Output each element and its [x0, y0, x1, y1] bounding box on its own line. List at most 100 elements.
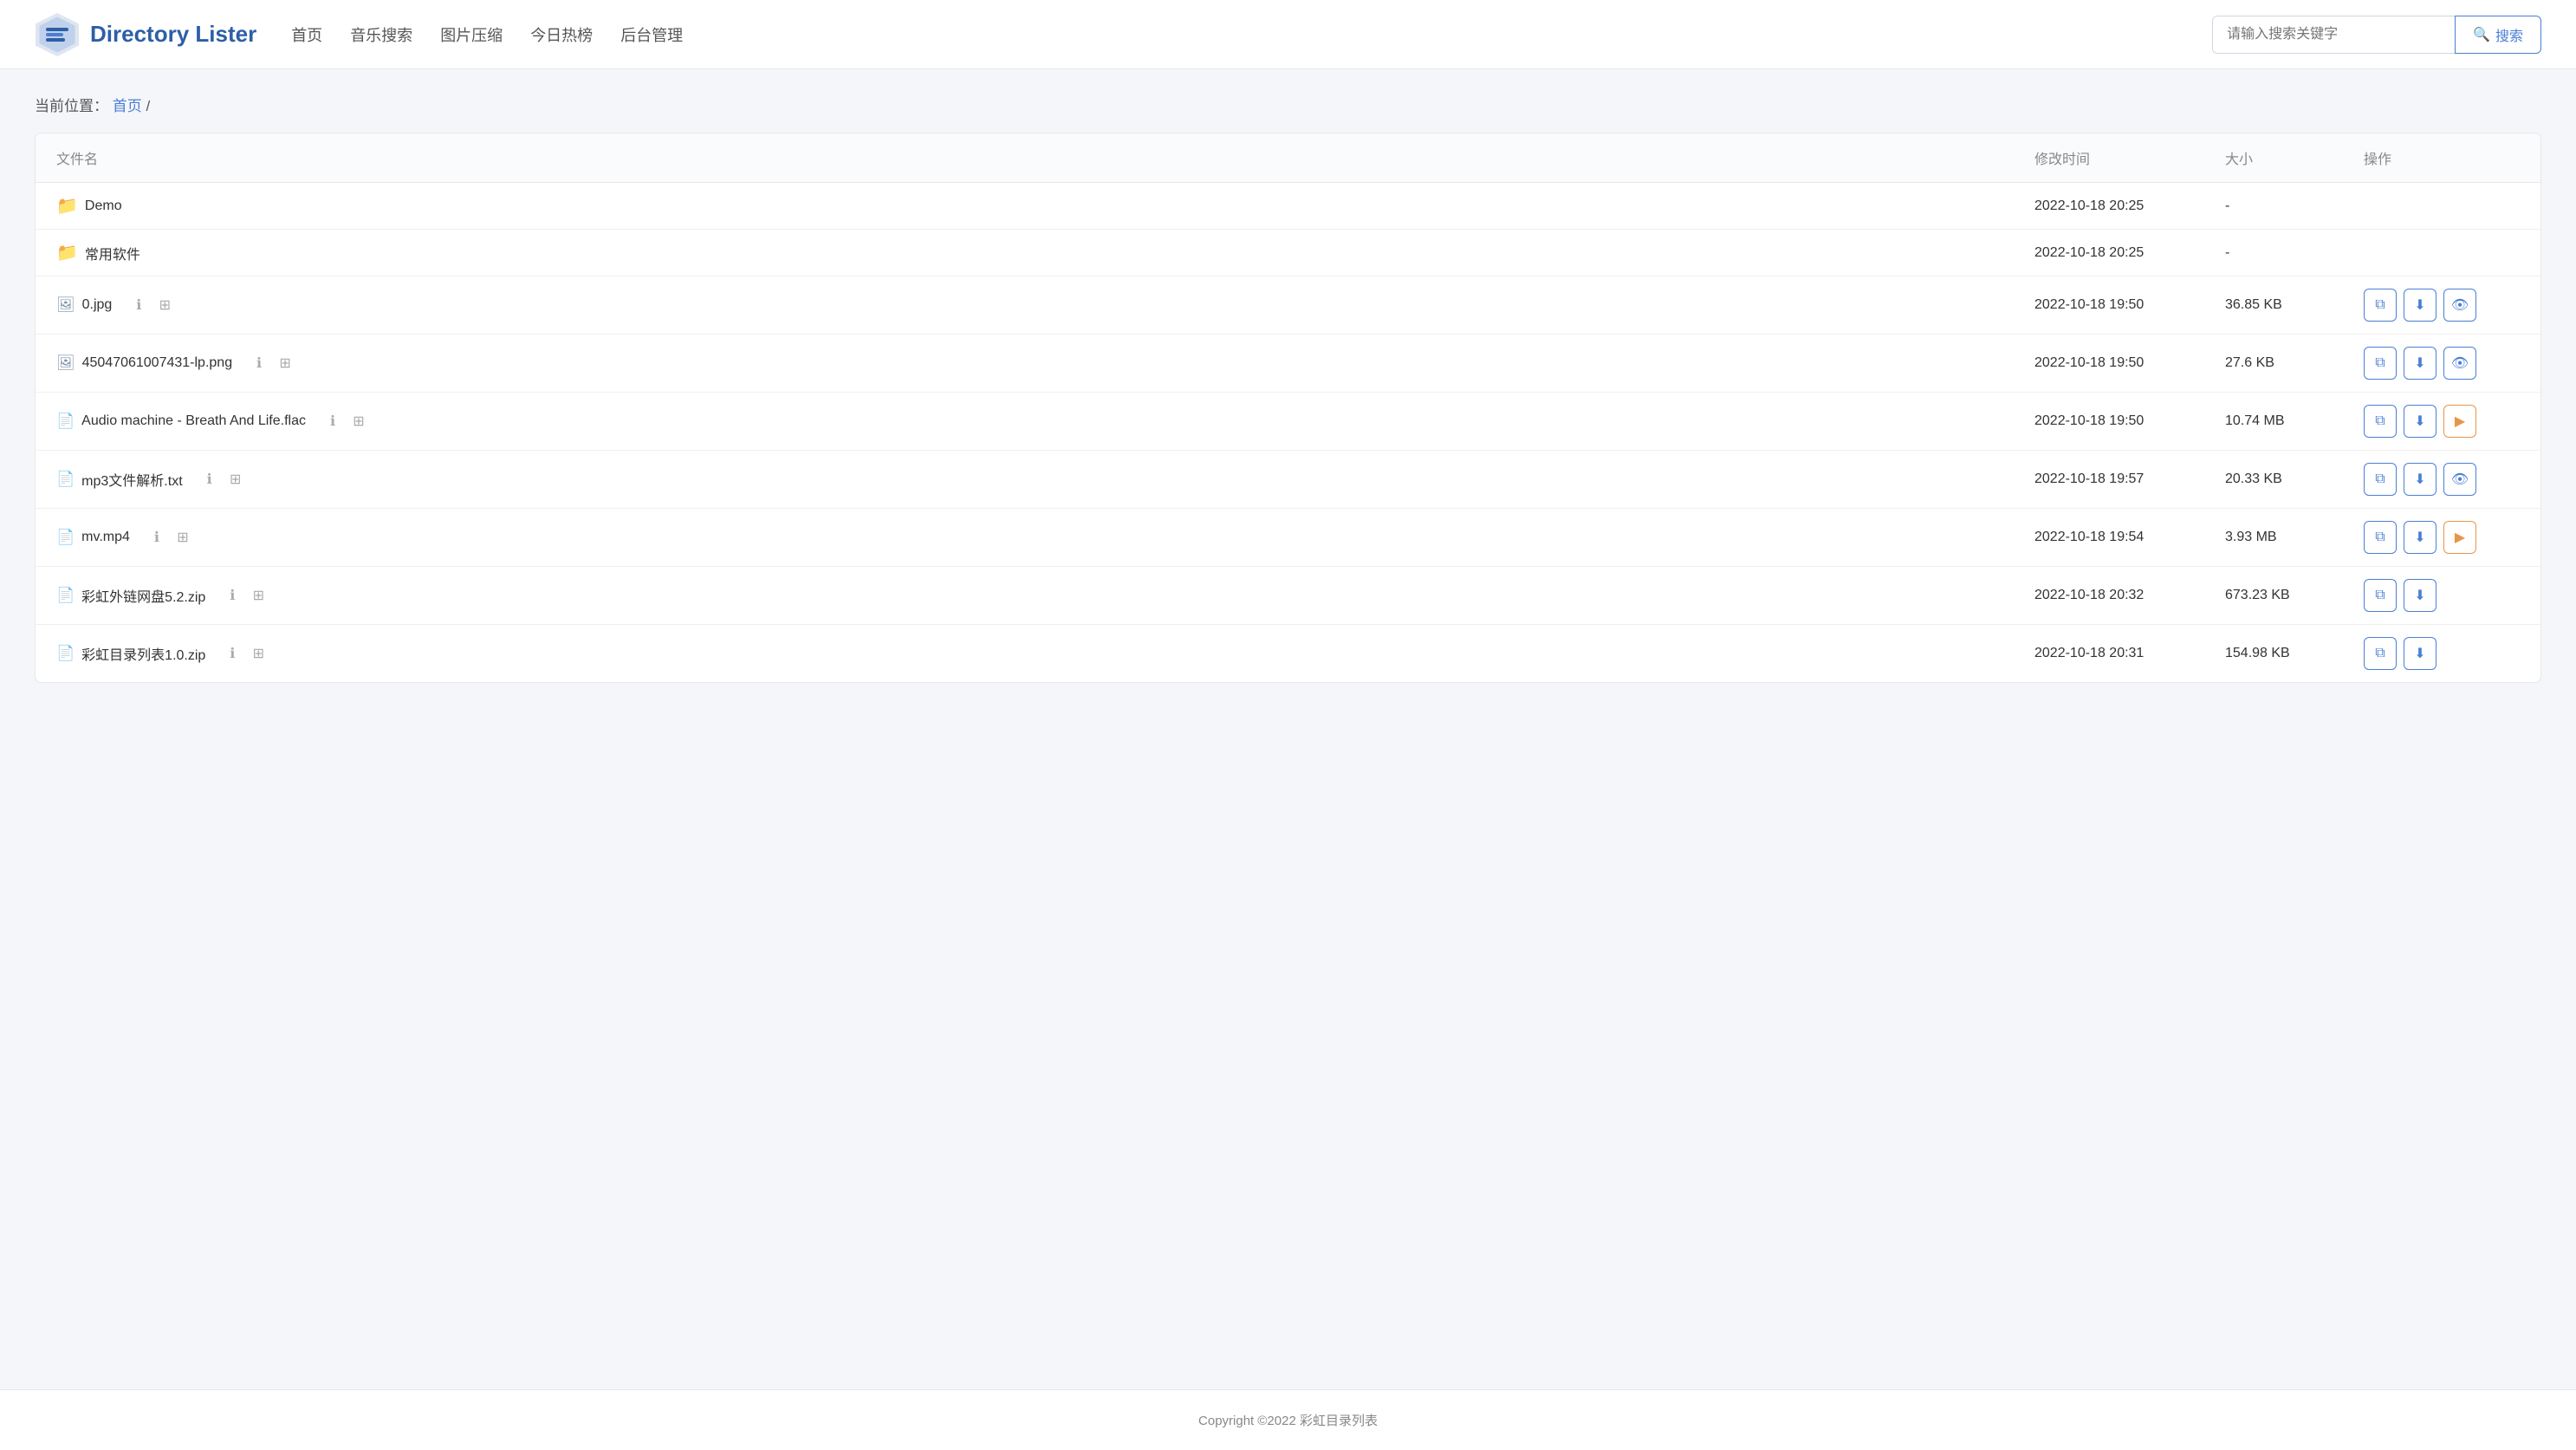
nav-admin[interactable]: 后台管理	[620, 23, 683, 46]
copy-button[interactable]: ⧉	[2364, 405, 2397, 438]
nav-hot[interactable]: 今日热榜	[530, 23, 593, 46]
footer-text: Copyright ©2022 彩虹目录列表	[1198, 1414, 1378, 1428]
copy-button[interactable]: ⧉	[2364, 463, 2397, 496]
file-name[interactable]: 0.jpg	[82, 297, 113, 313]
copy-button[interactable]: ⧉	[2364, 579, 2397, 612]
actions-cell: ⧉ ⬇ 👁	[2364, 347, 2520, 380]
file-icon: 📄	[56, 529, 75, 546]
download-button[interactable]: ⬇	[2404, 521, 2436, 554]
actions-cell: ⧉ ⬇	[2364, 579, 2520, 612]
nav-home[interactable]: 首页	[291, 23, 322, 46]
file-name[interactable]: mp3文件解析.txt	[81, 469, 182, 490]
file-size: 36.85 KB	[2225, 297, 2364, 313]
breadcrumb-home[interactable]: 首页	[113, 98, 142, 114]
download-button[interactable]: ⬇	[2404, 347, 2436, 380]
file-size: 154.98 KB	[2225, 646, 2364, 661]
file-modified: 2022-10-18 19:57	[2034, 471, 2225, 487]
copy-button[interactable]: ⧉	[2364, 637, 2397, 670]
breadcrumb-prefix: 当前位置：	[35, 98, 108, 114]
play-icon: ▶	[2455, 413, 2465, 430]
qr-icon[interactable]: ⊞	[249, 644, 268, 663]
copy-icon: ⧉	[2375, 646, 2385, 661]
qr-icon[interactable]: ⊞	[249, 586, 268, 605]
view-button[interactable]: 👁	[2443, 463, 2476, 496]
file-size: 3.93 MB	[2225, 530, 2364, 545]
search-input[interactable]	[2212, 16, 2455, 54]
nav-imgcompress[interactable]: 图片压缩	[440, 23, 503, 46]
download-button[interactable]: ⬇	[2404, 289, 2436, 322]
file-name-cell: 📄 mv.mp4 ℹ ⊞	[56, 528, 2034, 547]
qr-icon[interactable]: ⊞	[226, 470, 245, 489]
file-name[interactable]: 彩虹目录列表1.0.zip	[81, 643, 205, 664]
copy-button[interactable]: ⧉	[2364, 521, 2397, 554]
file-modified: 2022-10-18 20:31	[2034, 646, 2225, 661]
table-row: 📄 mv.mp4 ℹ ⊞ 2022-10-18 19:54 3.93 MB ⧉ …	[36, 509, 2540, 567]
file-modified: 2022-10-18 19:50	[2034, 355, 2225, 371]
download-button[interactable]: ⬇	[2404, 637, 2436, 670]
download-button[interactable]: ⬇	[2404, 579, 2436, 612]
footer: Copyright ©2022 彩虹目录列表	[0, 1389, 2576, 1450]
search-button[interactable]: 🔍 搜索	[2455, 16, 2541, 54]
qr-icon[interactable]: ⊞	[173, 528, 192, 547]
file-inline-actions: ℹ ⊞	[323, 412, 368, 431]
download-button[interactable]: ⬇	[2404, 463, 2436, 496]
info-icon[interactable]: ℹ	[223, 586, 242, 605]
file-size: -	[2225, 245, 2364, 261]
file-modified: 2022-10-18 19:50	[2034, 413, 2225, 429]
folder-icon: 📁	[56, 195, 78, 217]
col-size: 大小	[2225, 147, 2364, 168]
nav-music[interactable]: 音乐搜索	[350, 23, 412, 46]
file-name[interactable]: 彩虹外链网盘5.2.zip	[81, 585, 205, 606]
table-row: 📄 彩虹外链网盘5.2.zip ℹ ⊞ 2022-10-18 20:32 673…	[36, 567, 2540, 625]
file-icon: 📄	[56, 645, 75, 662]
info-icon[interactable]: ℹ	[323, 412, 342, 431]
logo-text: Directory Lister	[90, 21, 256, 48]
file-name[interactable]: Demo	[85, 198, 122, 214]
qr-icon[interactable]: ⊞	[349, 412, 368, 431]
copy-button[interactable]: ⧉	[2364, 289, 2397, 322]
download-icon: ⬇	[2414, 587, 2425, 604]
file-table: 文件名 修改时间 大小 操作 📁 Demo 2022-10-18 20:25 -…	[35, 133, 2541, 683]
file-name[interactable]: 45047061007431-lp.png	[82, 355, 233, 371]
info-icon[interactable]: ℹ	[250, 354, 269, 373]
file-name[interactable]: 常用软件	[85, 243, 140, 263]
file-icon: 📄	[56, 413, 75, 430]
actions-cell: ⧉ ⬇ ▶	[2364, 521, 2520, 554]
search-btn-label: 搜索	[2495, 24, 2523, 45]
play-button[interactable]: ▶	[2443, 405, 2476, 438]
table-header: 文件名 修改时间 大小 操作	[36, 133, 2540, 183]
file-size: 673.23 KB	[2225, 588, 2364, 603]
file-name[interactable]: mv.mp4	[81, 530, 130, 545]
qr-icon[interactable]: ⊞	[276, 354, 295, 373]
header: Directory Lister 首页 音乐搜索 图片压缩 今日热榜 后台管理 …	[0, 0, 2576, 69]
breadcrumb: 当前位置： 首页 /	[0, 69, 2576, 126]
table-row: 📄 mp3文件解析.txt ℹ ⊞ 2022-10-18 19:57 20.33…	[36, 451, 2540, 509]
logo-link[interactable]: Directory Lister	[35, 12, 256, 57]
info-icon[interactable]: ℹ	[223, 644, 242, 663]
table-row: 📁 常用软件 2022-10-18 20:25 -	[36, 230, 2540, 276]
qr-icon[interactable]: ⊞	[155, 296, 174, 315]
table-row: 📄 Audio machine - Breath And Life.flac ℹ…	[36, 393, 2540, 451]
file-name-cell: 📄 mp3文件解析.txt ℹ ⊞	[56, 469, 2034, 490]
copy-icon: ⧉	[2375, 355, 2385, 371]
file-name[interactable]: Audio machine - Breath And Life.flac	[81, 413, 306, 429]
col-actions: 操作	[2364, 147, 2520, 168]
download-icon: ⬇	[2414, 354, 2425, 372]
copy-icon: ⧉	[2375, 413, 2385, 429]
view-button[interactable]: 👁	[2443, 289, 2476, 322]
file-inline-actions: ℹ ⊞	[223, 586, 268, 605]
info-icon[interactable]: ℹ	[147, 528, 166, 547]
file-icon: 🖼	[56, 354, 75, 372]
copy-button[interactable]: ⧉	[2364, 347, 2397, 380]
download-button[interactable]: ⬇	[2404, 405, 2436, 438]
view-button[interactable]: 👁	[2443, 347, 2476, 380]
copy-icon: ⧉	[2375, 297, 2385, 313]
info-icon[interactable]: ℹ	[129, 296, 148, 315]
play-button[interactable]: ▶	[2443, 521, 2476, 554]
copy-icon: ⧉	[2375, 530, 2385, 545]
file-inline-actions: ℹ ⊞	[129, 296, 174, 315]
download-icon: ⬇	[2414, 471, 2425, 488]
file-inline-actions: ℹ ⊞	[147, 528, 192, 547]
info-icon[interactable]: ℹ	[200, 470, 219, 489]
file-modified: 2022-10-18 20:25	[2034, 245, 2225, 261]
